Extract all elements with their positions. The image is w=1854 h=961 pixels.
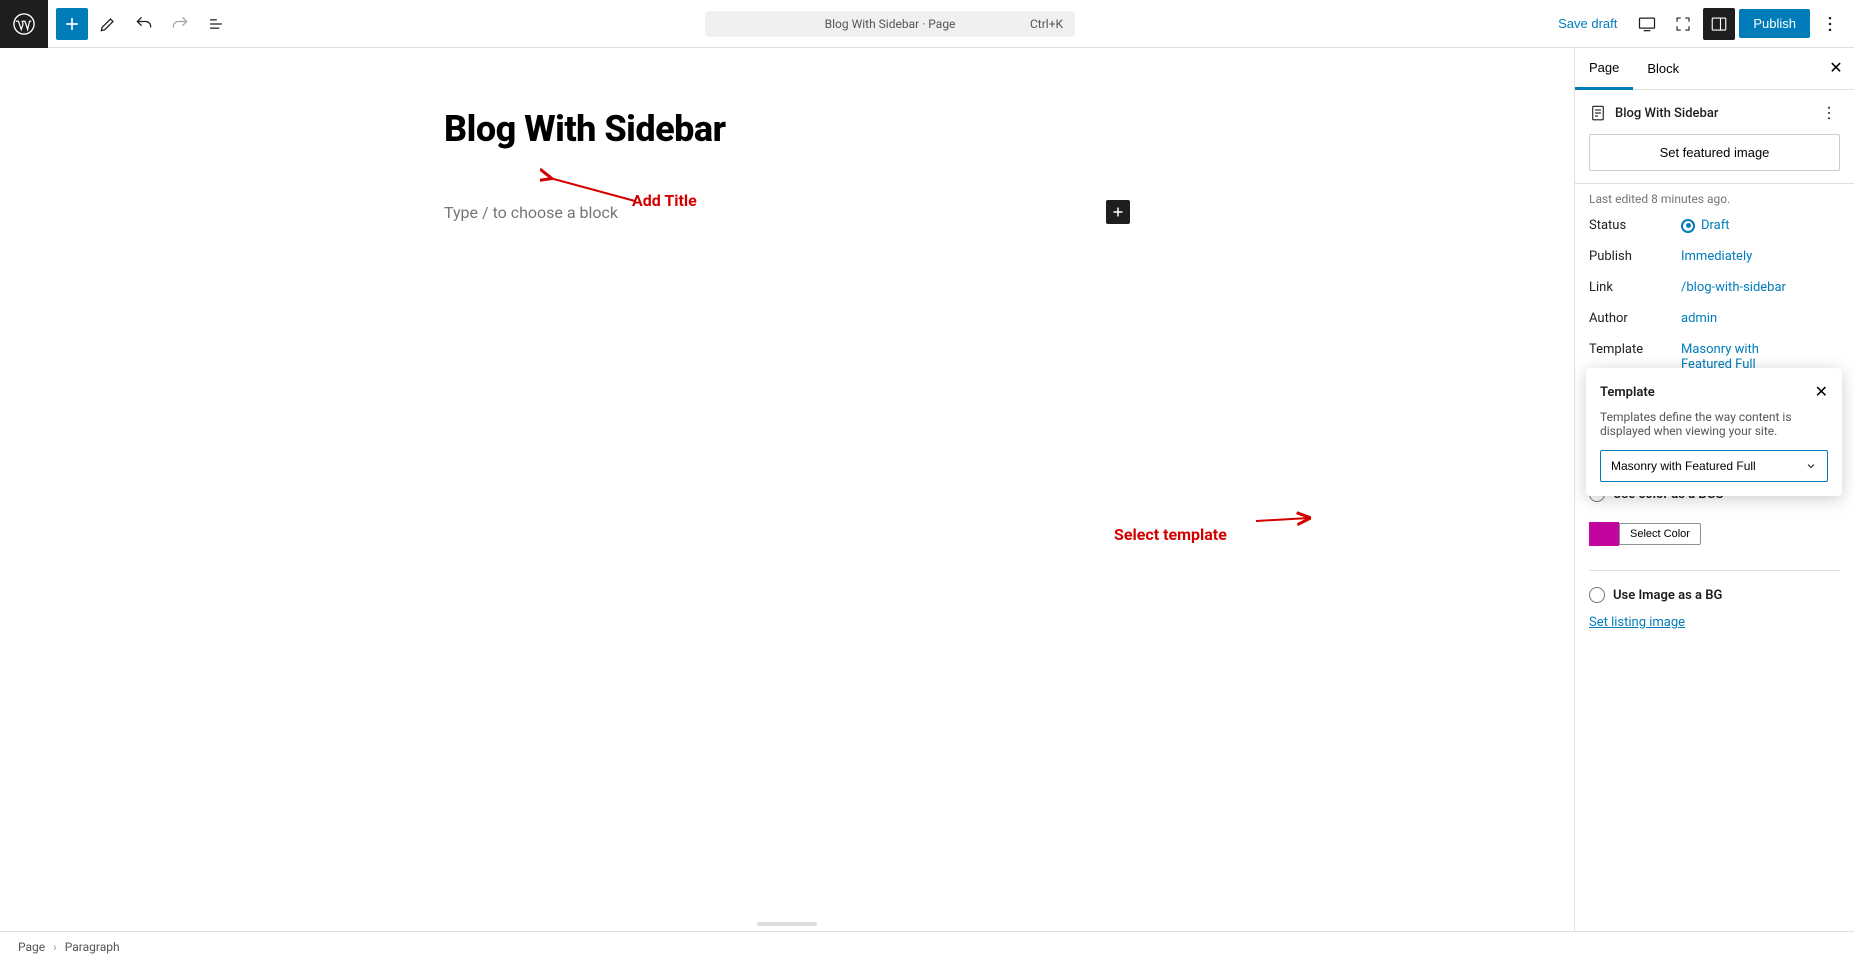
breadcrumb: Page › Paragraph <box>0 931 1854 961</box>
divider <box>1589 570 1840 571</box>
add-block-button[interactable] <box>56 8 88 40</box>
tab-block[interactable]: Block <box>1633 48 1693 89</box>
redo-button[interactable] <box>164 8 196 40</box>
page-title-input[interactable] <box>444 108 1130 150</box>
use-image-label: Use Image as a BG <box>1613 588 1722 603</box>
edit-tools-button[interactable] <box>92 8 124 40</box>
settings-panel-button[interactable] <box>1703 8 1735 40</box>
use-image-option[interactable]: Use Image as a BG <box>1575 577 1854 613</box>
use-image-radio[interactable] <box>1589 587 1605 603</box>
publish-button[interactable]: Publish <box>1739 9 1810 38</box>
undo-button[interactable] <box>128 8 160 40</box>
chevron-down-icon <box>1805 460 1817 472</box>
status-label: Status <box>1589 218 1681 233</box>
popover-close-button[interactable]: ✕ <box>1815 382 1828 402</box>
publish-label: Publish <box>1589 249 1681 264</box>
fullscreen-button[interactable] <box>1667 8 1699 40</box>
page-actions-button[interactable] <box>1818 102 1840 124</box>
wordpress-logo[interactable] <box>0 0 48 48</box>
breadcrumb-current[interactable]: Paragraph <box>65 940 120 954</box>
tab-page[interactable]: Page <box>1575 48 1633 90</box>
link-value[interactable]: /blog-with-sidebar <box>1681 280 1840 295</box>
author-label: Author <box>1589 311 1681 326</box>
breadcrumb-separator: › <box>53 940 57 954</box>
editor-canvas[interactable]: Type / to choose a block Add Title Selec… <box>0 48 1574 931</box>
shortcut-label: Ctrl+K <box>1030 17 1063 31</box>
last-edited-text: Last edited 8 minutes ago. <box>1575 184 1854 210</box>
annotation-select-template: Select template <box>1114 525 1227 544</box>
status-value[interactable]: Draft <box>1681 218 1840 233</box>
document-title: Blog With Sidebar · Page <box>825 17 956 31</box>
author-value[interactable]: admin <box>1681 311 1840 326</box>
template-select-value: Masonry with Featured Full <box>1611 459 1756 473</box>
select-color-button[interactable]: Select Color <box>1619 523 1701 545</box>
popover-title: Template <box>1600 385 1655 400</box>
template-popover: Template ✕ Templates define the way cont… <box>1586 368 1842 496</box>
page-icon <box>1589 104 1607 122</box>
link-label: Link <box>1589 280 1681 295</box>
view-desktop-button[interactable] <box>1631 8 1663 40</box>
save-draft-button[interactable]: Save draft <box>1548 10 1627 37</box>
set-listing-image-link[interactable]: Set listing image <box>1575 613 1854 644</box>
settings-sidebar: Page Block ✕ Blog With Sidebar Set featu… <box>1574 48 1854 931</box>
document-bar[interactable]: Blog With Sidebar · Page Ctrl+K <box>705 11 1075 37</box>
publish-value[interactable]: Immediately <box>1681 249 1840 264</box>
breadcrumb-root[interactable]: Page <box>18 940 45 954</box>
close-sidebar-button[interactable]: ✕ <box>1824 56 1848 80</box>
status-draft-icon <box>1681 219 1695 233</box>
annotation-arrow <box>1254 508 1314 528</box>
color-swatch[interactable] <box>1589 522 1619 546</box>
add-block-inline-button[interactable] <box>1106 200 1130 224</box>
more-menu-button[interactable] <box>1814 8 1846 40</box>
topbar: Blog With Sidebar · Page Ctrl+K Save dra… <box>0 0 1854 48</box>
set-featured-image-button[interactable]: Set featured image <box>1589 134 1840 171</box>
document-overview-button[interactable] <box>200 8 232 40</box>
popover-description: Templates define the way content is disp… <box>1600 410 1828 438</box>
template-select[interactable]: Masonry with Featured Full <box>1600 450 1828 482</box>
page-name: Blog With Sidebar <box>1615 106 1718 121</box>
resize-handle[interactable] <box>757 922 817 926</box>
block-placeholder-text[interactable]: Type / to choose a block <box>444 203 618 222</box>
